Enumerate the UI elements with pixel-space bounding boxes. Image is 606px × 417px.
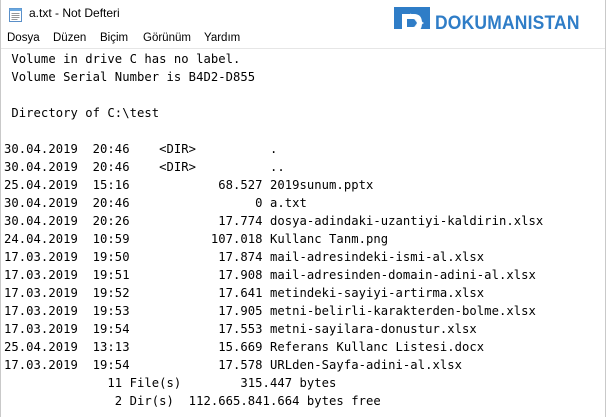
menu-help[interactable]: Yardım (204, 32, 240, 44)
text-line: Volume in drive C has no label. (4, 52, 241, 66)
menu-bar: Dosya Düzen Biçim Görünüm Yardım (1, 29, 605, 48)
text-editor[interactable]: Volume in drive C has no label. Volume S… (1, 49, 605, 417)
text-line: Volume Serial Number is B4D2-D855 (4, 70, 256, 84)
text-line: 17.03.2019 19:50 17.874 mail-adresindeki… (4, 250, 485, 264)
text-line: 25.04.2019 15:16 68.527 2019sunum.pptx (4, 178, 374, 192)
text-line: 30.04.2019 20:46 0 a.txt (4, 196, 307, 210)
text-line: 24.04.2019 10:59 107.018 Kullanc Tanm.pn… (4, 232, 389, 246)
menu-edit[interactable]: Düzen (53, 32, 86, 44)
text-line: 17.03.2019 19:52 17.641 metindeki-sayiyi… (4, 286, 485, 300)
window-title: a.txt - Not Defteri (29, 6, 120, 20)
text-line: 17.03.2019 19:53 17.905 metni-belirli-ka… (4, 304, 536, 318)
menu-view[interactable]: Görünüm (143, 32, 191, 44)
text-line: 25.04.2019 13:13 15.669 Referans Kullanc… (4, 340, 485, 354)
menu-format[interactable]: Biçim (100, 32, 128, 44)
text-line: 30.04.2019 20:46 <DIR> .. (4, 160, 285, 174)
text-line: Directory of C:\test (4, 106, 160, 120)
text-line: 17.03.2019 19:54 17.553 metni-sayilara-d… (4, 322, 477, 336)
text-line: 2 Dir(s) 112.665.841.664 bytes free (4, 394, 381, 408)
menu-file[interactable]: Dosya (7, 32, 40, 44)
text-line: 30.04.2019 20:26 17.774 dosya-adindaki-u… (4, 214, 544, 228)
text-line: 30.04.2019 20:46 <DIR> . (4, 142, 278, 156)
text-line: 17.03.2019 19:54 17.578 URLden-Sayfa-adi… (4, 358, 463, 372)
text-line: 17.03.2019 19:51 17.908 mail-adresinden-… (4, 268, 536, 282)
notepad-icon (9, 8, 22, 22)
notepad-window: a.txt - Not Defteri DOKUMANISTAN Dosya D… (0, 0, 606, 417)
text-line: 11 File(s) 315.447 bytes (4, 376, 337, 390)
